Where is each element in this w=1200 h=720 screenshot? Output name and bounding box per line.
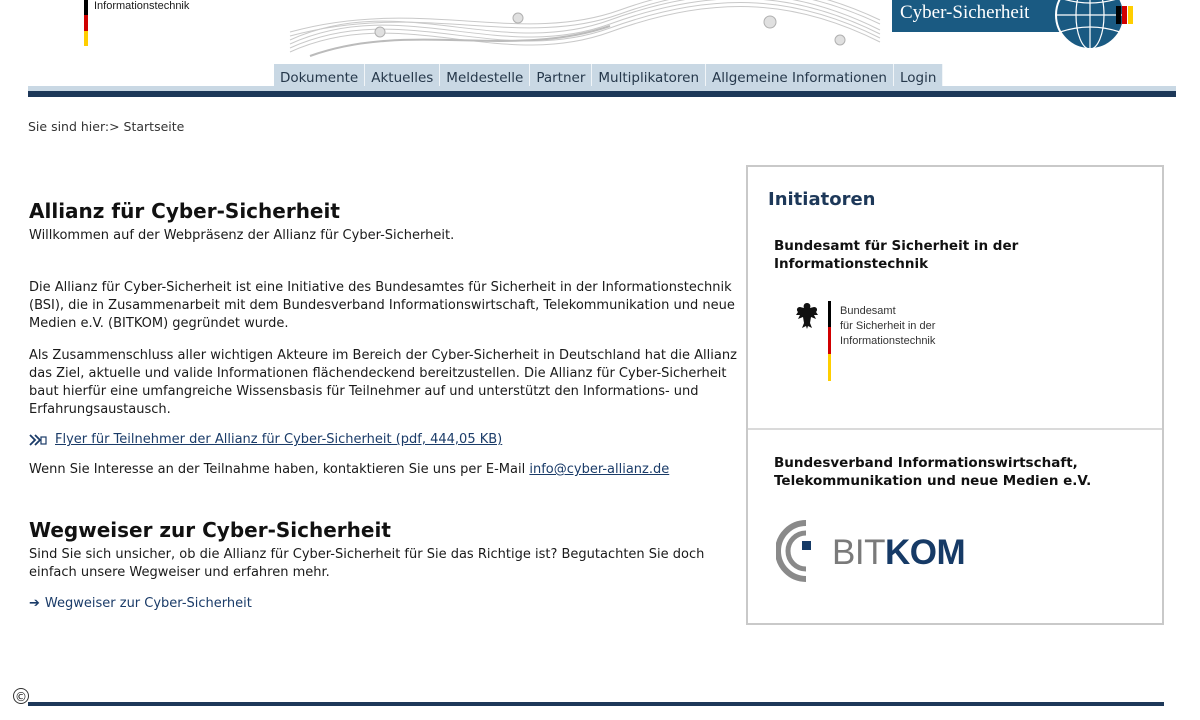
contact-text: Wenn Sie Interesse an der Teilnahme habe…	[29, 462, 530, 477]
org-bitkom-line1: Bundesverband Informationswirtschaft,	[774, 455, 1078, 471]
federal-eagle-icon	[796, 303, 818, 329]
bsi-logo[interactable]: Bundesamt für Sicherheit in der Informat…	[794, 301, 984, 391]
download-arrows-icon	[29, 433, 47, 446]
welcome-text: Willkommen auf der Webpräsenz der Allian…	[29, 228, 455, 243]
footer-rule	[28, 702, 1164, 706]
org-bsi-line2: Informationstechnik	[774, 256, 929, 272]
brand-label: Cyber-Sicherheit	[900, 2, 1030, 23]
wegweiser-text: Sind Sie sich unsicher, ob die Allianz f…	[29, 547, 705, 580]
banner-wave-graphic	[280, 0, 890, 60]
page-title: Allianz für Cyber-Sicherheit	[29, 199, 340, 223]
wegweiser-link[interactable]: ➔ Wegweiser zur Cyber-Sicherheit	[29, 596, 737, 611]
copyright-icon: ©	[13, 688, 29, 704]
site-header: Informationstechnik Cyber-Sicherheit	[0, 0, 1200, 60]
sidebar-divider	[748, 428, 1162, 430]
contact-email-link[interactable]: info@cyber-allianz.de	[529, 462, 669, 477]
header-logo-text: Informationstechnik	[94, 0, 190, 12]
org-bsi-line1: Bundesamt für Sicherheit in der	[774, 238, 1019, 254]
arrow-right-icon: ➔	[29, 596, 40, 611]
bitkom-logo[interactable]: BITKOM	[776, 517, 976, 585]
flyer-download-link[interactable]: Flyer für Teilnehmer der Allianz für Cyb…	[29, 432, 737, 447]
bsi-logo-line2: für Sicherheit in der	[840, 320, 936, 332]
org-bitkom-name: Bundesverband Informationswirtschaft, Te…	[774, 454, 1091, 490]
nav-underline	[28, 91, 1176, 97]
wegweiser-link-text: Wegweiser zur Cyber-Sicherheit	[44, 596, 252, 611]
breadcrumb: Sie sind hier:> Startseite	[28, 119, 185, 134]
bsi-logo-line3: Informationstechnik	[840, 335, 936, 347]
globe-logo-icon	[1055, 0, 1133, 50]
org-bsi-name: Bundesamt für Sicherheit in der Informat…	[774, 237, 1018, 273]
main-content: Allianz für Cyber-Sicherheit Willkommen …	[29, 198, 737, 611]
bitkom-wordmark: BITKOM	[832, 533, 966, 573]
flyer-link-text: Flyer für Teilnehmer der Allianz für Cyb…	[55, 432, 503, 447]
german-flag-bar	[828, 301, 831, 381]
bitkom-mark-icon	[776, 520, 811, 582]
initiatoren-panel: Initiatoren Bundesamt für Sicherheit in …	[746, 165, 1164, 625]
bsi-logo-line1: Bundesamt	[840, 305, 896, 317]
bsi-logo-text: Bundesamt für Sicherheit in der Informat…	[840, 304, 935, 349]
section-title-wegweiser: Wegweiser zur Cyber-Sicherheit	[29, 518, 391, 542]
german-flag-bar	[84, 0, 88, 46]
intro-paragraph: Die Allianz für Cyber-Sicherheit ist ein…	[29, 280, 735, 331]
bitkom-word-part1: BIT	[832, 533, 885, 572]
bitkom-word-part2: KOM	[884, 533, 966, 572]
mission-paragraph: Als Zusammenschluss aller wichtigen Akte…	[29, 348, 737, 417]
contact-paragraph: Wenn Sie Interesse an der Teilnahme habe…	[29, 461, 737, 479]
org-bitkom-line2: Telekommunikation und neue Medien e.V.	[774, 473, 1092, 489]
sidebar-title: Initiatoren	[768, 189, 876, 210]
